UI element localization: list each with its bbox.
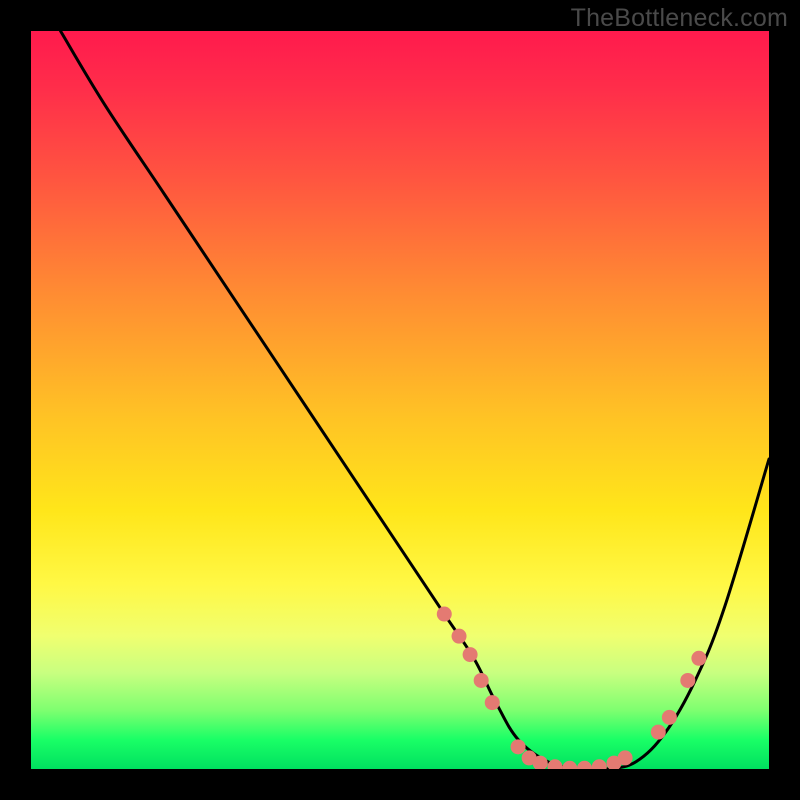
highlight-dot bbox=[463, 647, 478, 662]
highlight-dot bbox=[577, 761, 592, 769]
highlight-dot bbox=[691, 651, 706, 666]
highlight-dots bbox=[437, 607, 707, 769]
highlight-dot bbox=[474, 673, 489, 688]
highlight-dot bbox=[618, 750, 633, 765]
highlight-dot bbox=[547, 759, 562, 769]
plot-area bbox=[31, 31, 769, 769]
highlight-dot bbox=[592, 759, 607, 769]
bottleneck-curve bbox=[61, 31, 769, 769]
chart-svg bbox=[31, 31, 769, 769]
chart-frame: TheBottleneck.com bbox=[0, 0, 800, 800]
highlight-dot bbox=[662, 710, 677, 725]
highlight-dot bbox=[437, 607, 452, 622]
highlight-dot bbox=[651, 725, 666, 740]
highlight-dot bbox=[452, 629, 467, 644]
highlight-dot bbox=[485, 695, 500, 710]
highlight-dot bbox=[562, 761, 577, 769]
highlight-dot bbox=[680, 673, 695, 688]
highlight-dot bbox=[511, 739, 526, 754]
watermark-text: TheBottleneck.com bbox=[571, 4, 788, 33]
